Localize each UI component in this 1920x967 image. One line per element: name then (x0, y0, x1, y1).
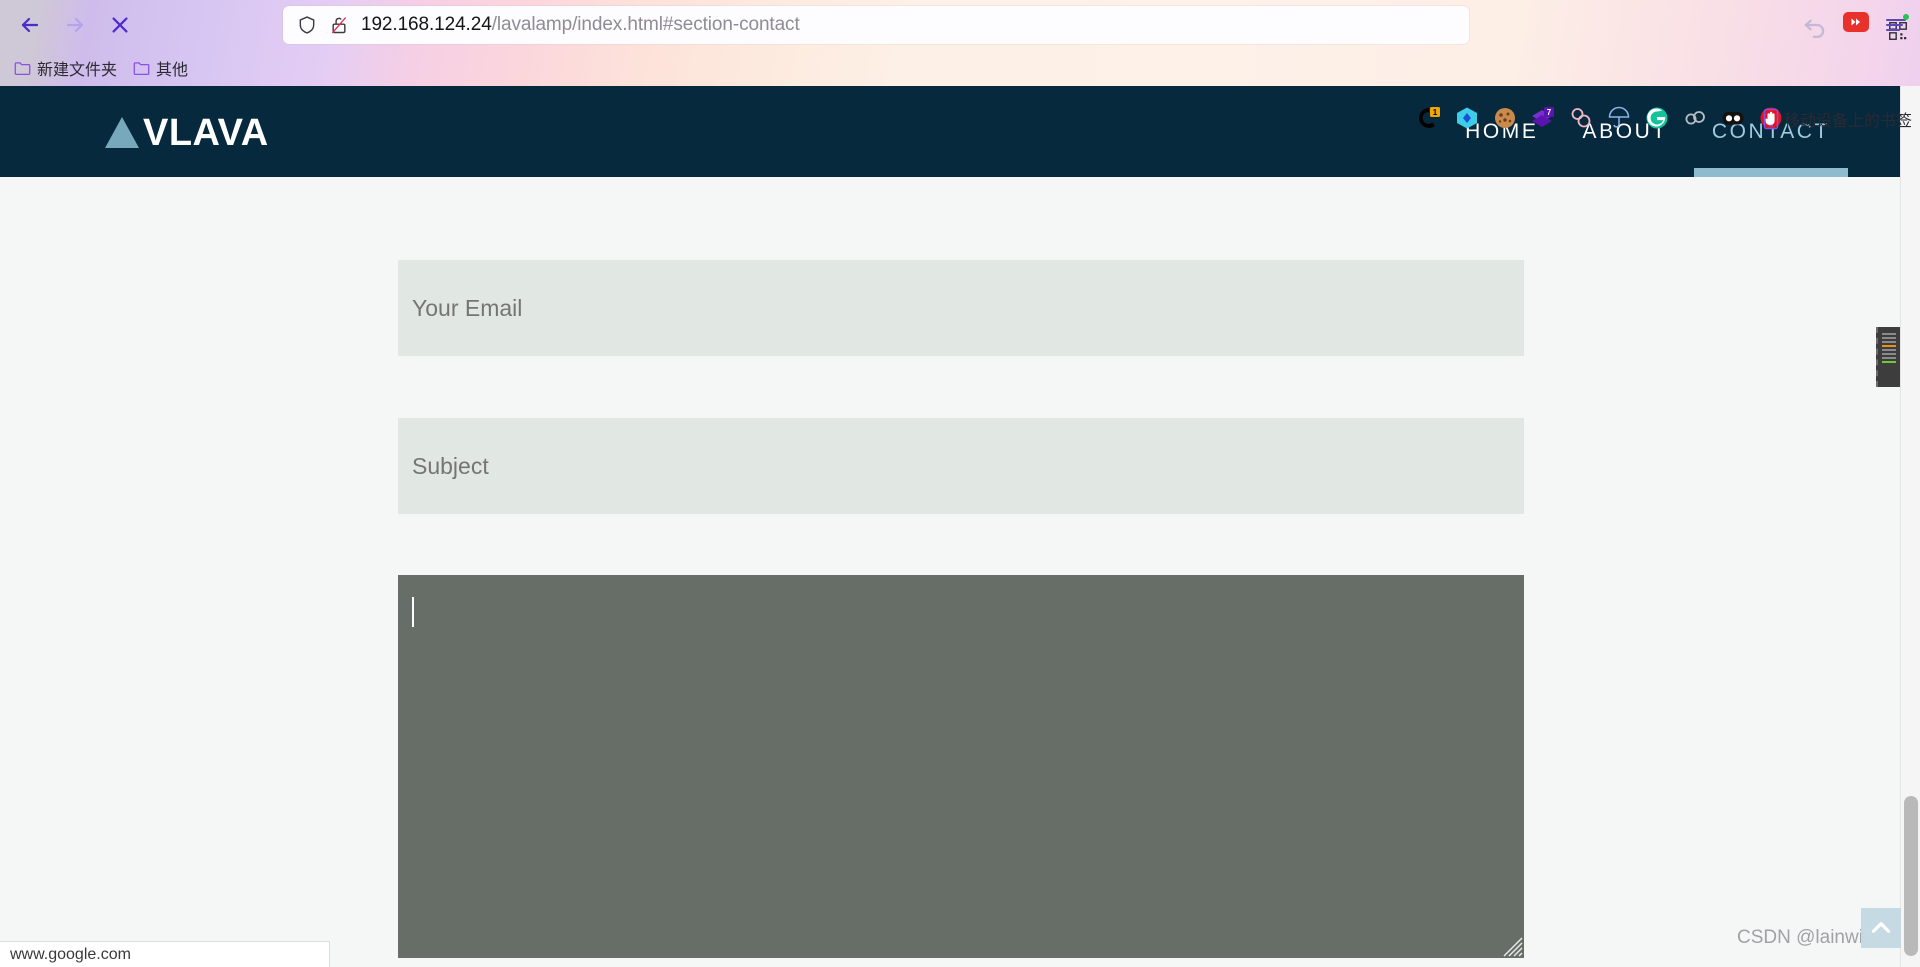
page-viewport: VLAVA HOME ABOUT CONTACT SEND MESSAGE (0, 86, 1900, 967)
browser-chrome: 192.168.124.24/lavalamp/index.html#secti… (0, 0, 1920, 130)
dual-dots-icon[interactable] (1721, 106, 1745, 130)
forward-arrow-icon (66, 17, 84, 33)
youtube-extension-icon[interactable] (1843, 12, 1869, 32)
minimap-line (1882, 349, 1896, 351)
url-text: 192.168.124.24/lavalamp/index.html#secti… (361, 14, 800, 36)
lock-broken-icon[interactable] (329, 14, 349, 36)
status-bar-text: www.google.com (10, 945, 131, 963)
scroll-to-top-button[interactable] (1861, 908, 1901, 948)
back-button[interactable] (13, 8, 47, 42)
bookmarks-bar: 新建文件夹 其他 1 7 移动设备上的书签 (0, 50, 1920, 130)
minimap-line (1882, 353, 1896, 355)
url-path: /lavalamp/index.html#section-contact (491, 14, 800, 35)
svg-text:1: 1 (1433, 108, 1438, 117)
back-arrow-icon (21, 17, 39, 33)
stop-button[interactable] (103, 8, 137, 42)
site-nav: HOME ABOUT CONTACT (1443, 86, 1900, 177)
close-icon (112, 17, 128, 33)
pink-rings-icon[interactable] (1569, 106, 1593, 130)
grammarly-icon[interactable] (1645, 106, 1669, 130)
message-textarea[interactable] (398, 575, 1524, 958)
site-logo[interactable]: VLAVA (105, 112, 269, 155)
code-minimap-icon[interactable] (1876, 327, 1900, 387)
history-back-icon[interactable] (1800, 10, 1830, 40)
minimap-line-orange (1882, 345, 1896, 347)
app-menu-icon[interactable] (1882, 11, 1910, 39)
purple-layers-icon[interactable]: 7 (1531, 106, 1555, 130)
url-host: 192.168.124.24 (361, 14, 492, 35)
cookie-icon[interactable] (1493, 106, 1517, 130)
minimap-line (1882, 357, 1896, 359)
browser-toolbar: 192.168.124.24/lavalamp/index.html#secti… (0, 0, 1920, 50)
diamond-extension-icon[interactable] (1455, 106, 1479, 130)
clickup-icon[interactable]: 1 (1417, 106, 1441, 130)
page-scrollbar[interactable] (1900, 86, 1920, 967)
csdn-watermark: CSDN @lainwith (1737, 927, 1879, 948)
triangle-logo-icon (105, 117, 139, 148)
folder-icon (14, 62, 31, 75)
nav-link-about[interactable]: ABOUT (1561, 86, 1690, 177)
gray-rings-icon[interactable] (1683, 106, 1707, 130)
minimap-line (1882, 333, 1896, 335)
mobile-device-icon (1763, 108, 1779, 130)
bookmark-folder-0-label: 新建文件夹 (37, 62, 118, 79)
svg-text:7: 7 (1547, 108, 1552, 117)
subject-input[interactable] (398, 418, 1524, 514)
chevron-up-icon (1871, 922, 1891, 933)
minimap-line (1882, 337, 1896, 339)
folder-icon (133, 62, 150, 75)
site-logo-text: VLAVA (143, 112, 269, 154)
shield-icon[interactable] (297, 14, 317, 36)
minimap-line-green (1882, 361, 1896, 363)
bookmark-folder-1-label: 其他 (156, 62, 189, 79)
bookmark-folder-1[interactable]: 其他 (133, 57, 188, 79)
mobile-bookmarks-label: 移动设备上的书签 (1784, 113, 1913, 130)
nav-link-contact[interactable]: CONTACT (1690, 86, 1852, 177)
page-scrollbar-thumb[interactable] (1904, 796, 1918, 956)
bookmark-folder-0[interactable]: 新建文件夹 (14, 57, 117, 79)
minimap-line (1882, 341, 1896, 343)
site-header: VLAVA HOME ABOUT CONTACT (0, 86, 1900, 177)
forward-button[interactable] (58, 8, 92, 42)
umbrella-icon[interactable] (1607, 106, 1631, 130)
status-bar: www.google.com (0, 941, 330, 967)
url-bar[interactable]: 192.168.124.24/lavalamp/index.html#secti… (283, 6, 1907, 44)
nav-link-home[interactable]: HOME (1443, 86, 1560, 177)
mobile-bookmarks-item[interactable]: 移动设备上的书签 (1763, 107, 1912, 131)
email-input[interactable] (398, 260, 1524, 356)
